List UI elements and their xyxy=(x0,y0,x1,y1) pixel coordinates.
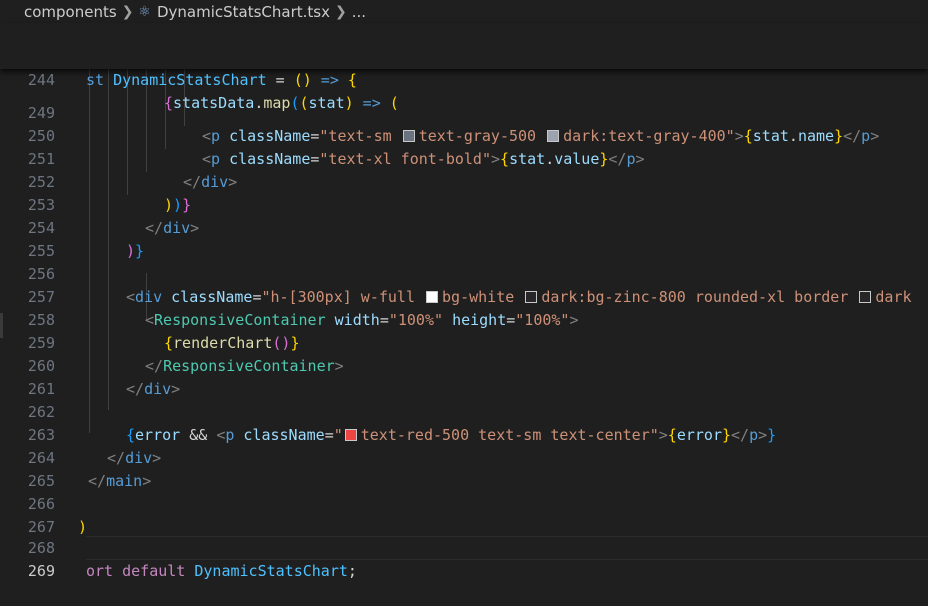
react-file-icon: ⚛ xyxy=(138,3,151,20)
code-line[interactable]: 253 </div> xyxy=(0,171,928,237)
code-line[interactable]: 264 </main> xyxy=(0,424,928,490)
code-editor[interactable]: 32 st DynamicStatsChart = () => { 244 {s… xyxy=(0,23,928,580)
code-line[interactable]: 266 ) xyxy=(0,470,928,536)
code-line[interactable]: 254 )} xyxy=(0,194,928,260)
code-line[interactable]: 262 {error && <p className=" text-red-500… xyxy=(0,378,928,444)
code-line[interactable]: 268 ort default DynamicStatsChart; xyxy=(0,514,928,580)
line-content: st DynamicStatsChart = () => { xyxy=(86,71,357,89)
code-line[interactable]: 250 <p className="text-xl font-bold">{st… xyxy=(0,102,928,168)
breadcrumb-file[interactable]: DynamicStatsChart.tsx xyxy=(157,3,330,21)
line-number: 244 xyxy=(27,71,55,89)
code-line[interactable]: 252 ))} xyxy=(0,148,928,214)
line-content: ort default DynamicStatsChart; xyxy=(86,562,357,580)
code-line[interactable]: 258 {renderChart()} xyxy=(0,286,928,352)
line-number: 269 xyxy=(27,562,55,580)
chevron-right-icon: ❯ xyxy=(121,3,134,20)
code-line[interactable]: 261 xyxy=(0,355,928,398)
code-line[interactable]: 257 <ResponsiveContainer width="100%" he… xyxy=(0,263,928,329)
sticky-scroll: 32 st DynamicStatsChart = () => { 244 {s… xyxy=(0,23,928,112)
code-line[interactable]: 267 xyxy=(0,493,928,536)
code-line[interactable]: 255 xyxy=(0,217,928,260)
line-content: {statsData.map((stat) => ( xyxy=(164,94,399,112)
code-line[interactable]: 269 xyxy=(0,537,928,580)
breadcrumb-symbol[interactable]: ... xyxy=(352,3,366,21)
code-line[interactable]: 263 </div> xyxy=(0,401,928,467)
code-line[interactable]: 260 </div> xyxy=(0,332,928,398)
code-line[interactable]: 32 st DynamicStatsChart = () => { xyxy=(0,23,928,89)
code-line[interactable]: 256 <div className="h-[300px] w-full bg-… xyxy=(0,240,928,306)
code-line[interactable]: 265 xyxy=(0,447,928,490)
breadcrumb-folder[interactable]: components xyxy=(24,3,117,21)
code-line[interactable]: 244 {statsData.map((stat) => ( xyxy=(0,46,928,112)
code-line[interactable]: 251 </div> xyxy=(0,125,928,191)
code-line[interactable]: 259 </ResponsiveContainer> xyxy=(0,309,928,375)
chevron-right-icon: ❯ xyxy=(335,3,347,20)
breadcrumb: components ❯ ⚛ DynamicStatsChart.tsx ❯ .… xyxy=(0,0,928,23)
